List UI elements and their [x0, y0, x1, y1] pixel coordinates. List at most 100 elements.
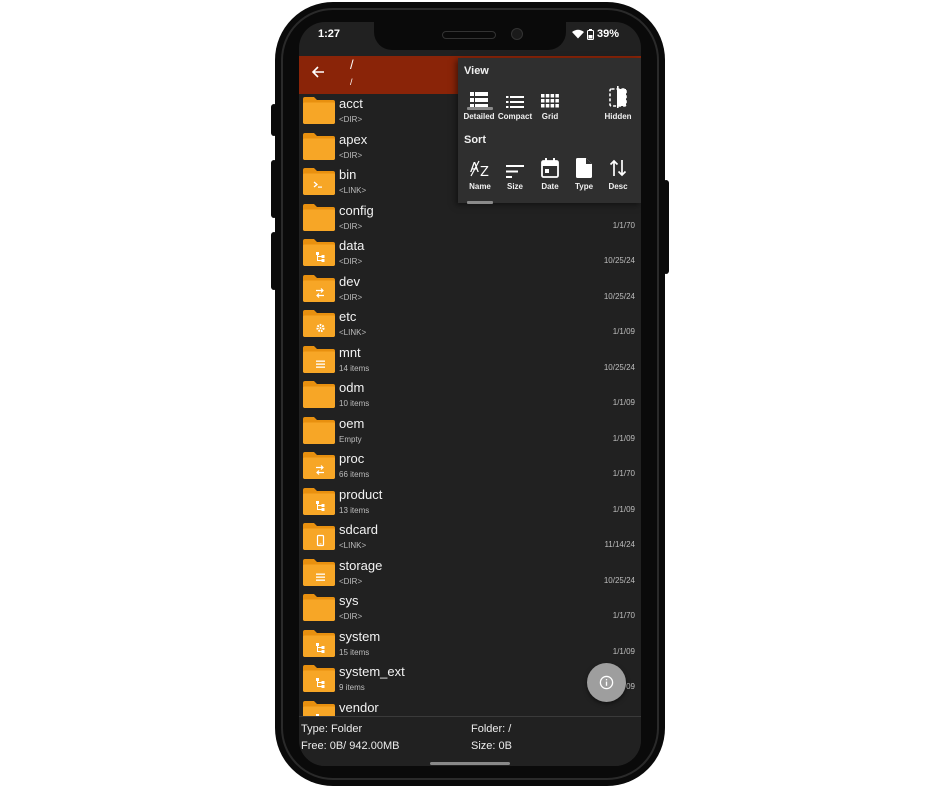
- file-info: 66 items: [339, 470, 370, 479]
- phone-button-left-1: [271, 104, 277, 136]
- file-info: 9 items: [339, 683, 365, 692]
- file-row[interactable]: config <DIR> 1/1/70: [299, 201, 641, 236]
- folder-icon: [303, 168, 335, 195]
- current-path: /: [350, 57, 354, 72]
- view-option-detailed[interactable]: Detailed: [461, 82, 497, 121]
- file-date: 10/25/24: [603, 256, 635, 265]
- file-name: sys: [339, 593, 359, 608]
- footer-type: Type: Folder: [301, 723, 363, 735]
- folder-icon: [303, 97, 335, 124]
- file-row[interactable]: sys <DIR> 1/1/70: [299, 591, 641, 626]
- file-date: 1/1/09: [612, 504, 635, 514]
- phone-button-right: [663, 180, 669, 274]
- footer-size: Size: 0B: [471, 740, 512, 752]
- screen: 1:27 39% / / acct <DIR> apex <DIR> bin <LINK>…: [299, 22, 641, 766]
- file-row[interactable]: mnt 14 items 10/25/24: [299, 343, 641, 378]
- file-info: <DIR>: [339, 257, 363, 266]
- file-info: Empty: [339, 434, 362, 444]
- phone-button-left-2: [271, 160, 277, 218]
- file-date: 10/25/24: [603, 291, 635, 301]
- sort-option-label: Date: [541, 182, 559, 191]
- sort-option-label: Desc: [608, 182, 628, 191]
- file-row[interactable]: product 13 items 1/1/09: [299, 485, 641, 520]
- sort-option-size[interactable]: Size: [497, 152, 533, 191]
- folder-icon: [303, 594, 335, 621]
- file-row[interactable]: oem Empty 1/1/09: [299, 414, 641, 449]
- file-row[interactable]: sdcard <LINK> 11/14/24: [299, 520, 641, 555]
- file-row[interactable]: odm 10 items 1/1/09: [299, 378, 641, 413]
- folder-icon: [303, 629, 335, 657]
- back-button[interactable]: [311, 65, 325, 84]
- file-row[interactable]: storage <DIR> 10/25/24: [299, 556, 641, 591]
- file-name: bin: [339, 167, 357, 182]
- battery-percent: 39%: [596, 28, 619, 40]
- folder-icon: [303, 132, 335, 160]
- folder-icon: [303, 416, 335, 444]
- sort-option-name[interactable]: AZ Name: [462, 152, 498, 191]
- current-subpath: /: [350, 77, 353, 87]
- info-button[interactable]: [587, 663, 626, 702]
- file-row[interactable]: dev <DIR> 10/25/24: [299, 272, 641, 307]
- file-info: <DIR>: [339, 612, 363, 621]
- status-time: 1:27: [318, 28, 341, 40]
- file-name: dev: [339, 273, 360, 289]
- view-option-label: Compact: [497, 112, 533, 121]
- file-name: vendor: [339, 699, 379, 715]
- view-option-hidden[interactable]: Hidden: [600, 82, 636, 121]
- grid-view-icon: [541, 94, 559, 108]
- view-option-compact[interactable]: Compact: [497, 82, 533, 121]
- list-icon: [316, 360, 325, 368]
- battery-icon: [586, 28, 594, 40]
- file-info: <LINK>: [339, 328, 367, 337]
- list-icon: [316, 573, 325, 581]
- info-icon: [599, 675, 614, 690]
- sort-az-icon: AZ: [470, 160, 489, 178]
- file-info: <DIR>: [339, 292, 363, 302]
- view-selected-indicator: [467, 107, 493, 110]
- sort-option-label: Size: [506, 182, 523, 191]
- sort-size-icon: [506, 165, 524, 178]
- file-info: 13 items: [339, 505, 370, 515]
- sort-option-label: Type: [574, 182, 594, 191]
- home-indicator: [430, 762, 510, 765]
- file-name: mnt: [339, 344, 361, 360]
- file-date: 11/14/24: [604, 540, 635, 549]
- sort-selected-indicator: [467, 201, 493, 204]
- calendar-icon: [541, 158, 559, 178]
- folder-icon: [303, 523, 335, 550]
- file-date: 1/1/09: [612, 646, 635, 656]
- view-option-label: Detailed: [463, 112, 495, 121]
- file-info: <LINK>: [339, 186, 367, 195]
- file-row[interactable]: proc 66 items 1/1/70: [299, 449, 641, 484]
- file-name: etc: [339, 309, 357, 324]
- file-info: 14 items: [339, 363, 370, 373]
- file-info: 15 items: [339, 647, 370, 657]
- phone-button-left-3: [271, 232, 277, 290]
- folder-icon: [303, 665, 335, 692]
- file-name: odm: [339, 380, 365, 395]
- file-row[interactable]: data <DIR> 10/25/24: [299, 236, 641, 271]
- file-info: 10 items: [339, 399, 370, 408]
- file-date: 1/1/70: [612, 611, 635, 620]
- file-row[interactable]: etc <LINK> 1/1/09: [299, 307, 641, 342]
- file-info: <DIR>: [339, 115, 363, 124]
- hidden-files-icon: [609, 86, 627, 108]
- file-row[interactable]: system 15 items 1/1/09: [299, 627, 641, 662]
- sort-option-desc[interactable]: Desc: [600, 152, 636, 191]
- front-camera: [511, 28, 523, 40]
- folder-icon: [303, 558, 335, 586]
- svg-text:Z: Z: [480, 165, 489, 178]
- sort-option-date[interactable]: Date: [532, 152, 568, 191]
- file-name: system_ext: [339, 664, 405, 679]
- file-name: storage: [339, 557, 383, 573]
- compact-view-icon: [506, 96, 524, 108]
- view-option-grid[interactable]: Grid: [532, 82, 568, 121]
- status-icons: 39%: [571, 28, 619, 40]
- sort-option-type[interactable]: Type: [566, 152, 602, 191]
- file-date: 1/1/09: [612, 433, 635, 443]
- folder-icon: [303, 274, 335, 302]
- file-date: 1/1/70: [612, 220, 635, 230]
- file-name: oem: [339, 415, 365, 431]
- file-info: <DIR>: [339, 221, 363, 231]
- sort-direction-icon: [610, 159, 626, 177]
